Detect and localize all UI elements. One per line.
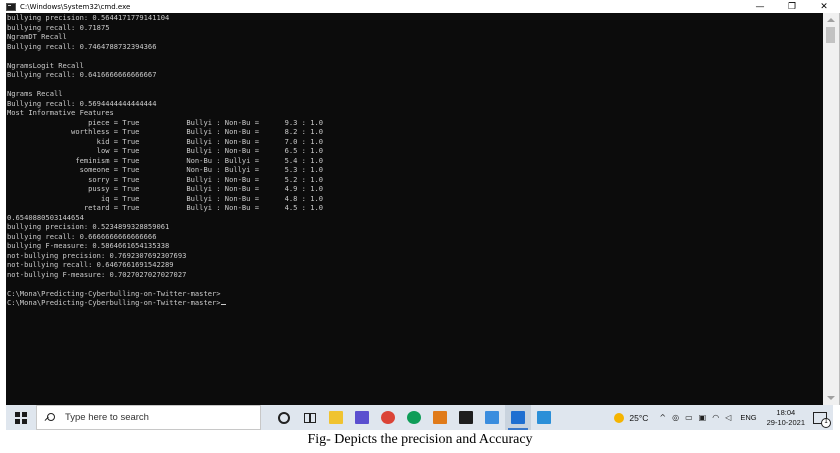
cortana-icon: [278, 411, 290, 424]
taskbar-app-chrome[interactable]: [375, 405, 401, 430]
weather-temp: 25°C: [629, 412, 649, 423]
taskbar-app-monitor[interactable]: [479, 405, 505, 430]
clock-date: 29-10-2021: [766, 417, 805, 427]
console-output[interactable]: bullying precision: 0.5644171779141104 b…: [6, 13, 823, 405]
scroll-up-icon[interactable]: [827, 18, 835, 22]
console-line: feminism = True Non-Bu : Bullyi = 5.4 : …: [7, 155, 324, 165]
clock-time: 18:04: [776, 407, 796, 417]
taskbar-app-task-view[interactable]: [297, 405, 323, 430]
system-tray: 25°C ^ ◎ ▭ ▣ ◠ ◁ ENG 18:04 29-10-2021: [614, 405, 833, 430]
windows-logo-icon: [15, 411, 27, 424]
terminal-icon: [459, 411, 473, 424]
console-line: bullying recall: 0.6666666666666666: [7, 231, 157, 241]
console-line: NgramsLogit Recall: [7, 60, 84, 70]
console-line: not-bullying recall: 0.6467661691542289: [7, 260, 174, 269]
console-line: someone = True Non-Bu : Bullyi = 5.3 : 1…: [7, 165, 324, 174]
console-line: pussy = True Bullyi : Non-Bu = 4.9 : 1.0: [7, 184, 324, 193]
close-button[interactable]: ✕: [808, 0, 840, 13]
vscode-icon: [537, 411, 551, 424]
console-line: sorry = True Bullyi : Non-Bu = 5.2 : 1.0: [7, 174, 324, 184]
console-line: Bullying recall: 0.5694444444444444: [7, 98, 157, 108]
taskbar-app-settings[interactable]: [505, 405, 531, 430]
display-icon[interactable]: ▣: [699, 413, 707, 422]
sun-icon: [614, 412, 625, 423]
weather-widget[interactable]: 25°C: [614, 412, 649, 423]
task-view-icon: [304, 412, 316, 423]
console-line: kid = True Bullyi : Non-Bu = 7.0 : 1.0: [7, 136, 324, 146]
minimize-button[interactable]: —: [744, 0, 776, 13]
clock[interactable]: 18:04 29-10-2021: [767, 408, 805, 428]
file-explorer-icon: [329, 411, 343, 424]
battery-icon[interactable]: ▭: [685, 413, 693, 422]
console-line: Bullying recall: 0.6416666666666667: [7, 70, 157, 79]
vertical-scrollbar[interactable]: [823, 13, 839, 405]
console-line: 0.6540880503144654: [7, 212, 84, 222]
taskbar-app-sync[interactable]: [427, 405, 453, 430]
chrome-alt-icon: [407, 411, 421, 424]
volume-icon[interactable]: ◁: [725, 413, 731, 422]
wifi-icon[interactable]: ◠: [712, 413, 719, 422]
settings-icon: [511, 411, 525, 424]
app-badge-icon: [355, 411, 369, 424]
search-icon: [45, 412, 55, 423]
scroll-thumb[interactable]: [826, 27, 835, 43]
maximize-button[interactable]: ❐: [776, 0, 808, 13]
chrome-icon: [381, 411, 395, 424]
taskbar-app-cortana[interactable]: [271, 405, 297, 430]
console-line: C:\Mona\Predicting-Cyberbulling-on-Twitt…: [7, 298, 221, 307]
language-indicator[interactable]: ENG: [740, 413, 756, 422]
window-title: C:\Windows\System32\cmd.exe: [20, 2, 131, 11]
notification-icon[interactable]: [813, 411, 831, 428]
figure-caption: Fig- Depicts the precision and Accuracy: [307, 432, 533, 447]
search-box[interactable]: Type here to search: [36, 405, 261, 430]
console-line: retard = True Bullyi : Non-Bu = 4.5 : 1.…: [7, 203, 324, 212]
console-line: low = True Bullyi : Non-Bu = 6.5 : 1.0: [7, 146, 324, 155]
console-line: Most Informative Features: [7, 108, 114, 117]
console-line: not-bullying precision: 0.76923076923076…: [7, 250, 187, 260]
console-line: Ngrams Recall: [7, 89, 63, 98]
taskbar-app-vscode[interactable]: [531, 405, 557, 430]
title-bar[interactable]: C:\Windows\System32\cmd.exe — ❐ ✕: [0, 0, 840, 13]
cmd-window: C:\Windows\System32\cmd.exe — ❐ ✕ bullyi…: [0, 0, 840, 405]
start-button[interactable]: [6, 405, 36, 430]
console-line: C:\Mona\Predicting-Cyberbulling-on-Twitt…: [7, 288, 221, 298]
search-placeholder: Type here to search: [65, 412, 149, 423]
taskbar-app-file-explorer[interactable]: [323, 405, 349, 430]
console-line: bullying precision: 0.5234899328859061: [7, 222, 170, 231]
console-line: bullying recall: 0.71875: [7, 22, 110, 32]
console-line: iq = True Bullyi : Non-Bu = 4.8 : 1.0: [7, 193, 324, 203]
network-icon[interactable]: ◎: [672, 413, 679, 422]
chevron-up-icon[interactable]: ^: [659, 413, 666, 422]
console-line: not-bullying F-measure: 0.70270270270270…: [7, 269, 187, 279]
taskbar: Type here to search 25°C ^ ◎ ▭ ▣ ◠ ◁ ENG…: [6, 405, 833, 430]
scroll-down-icon[interactable]: [827, 396, 835, 400]
console-line: bullying precision: 0.5644171779141104: [7, 13, 170, 22]
console-line: bullying F-measure: 0.5864661654135338: [7, 241, 170, 250]
console-line: worthless = True Bullyi : Non-Bu = 8.2 :…: [7, 127, 324, 136]
console-line: NgramDT Recall: [7, 32, 67, 41]
console-line: piece = True Bullyi : Non-Bu = 9.3 : 1.0: [7, 117, 324, 127]
taskbar-app-chrome-alt[interactable]: [401, 405, 427, 430]
sync-icon: [433, 411, 447, 424]
monitor-icon: [485, 411, 499, 424]
cmd-app-icon: [6, 2, 16, 11]
console-text: bullying precision: 0.5644171779141104 b…: [6, 13, 823, 308]
taskbar-app-app-badge[interactable]: [349, 405, 375, 430]
text-cursor: [220, 304, 226, 305]
console-line: Bullying recall: 0.7464788732394366: [7, 41, 157, 51]
taskbar-app-terminal[interactable]: [453, 405, 479, 430]
pinned-apps: [271, 405, 557, 430]
